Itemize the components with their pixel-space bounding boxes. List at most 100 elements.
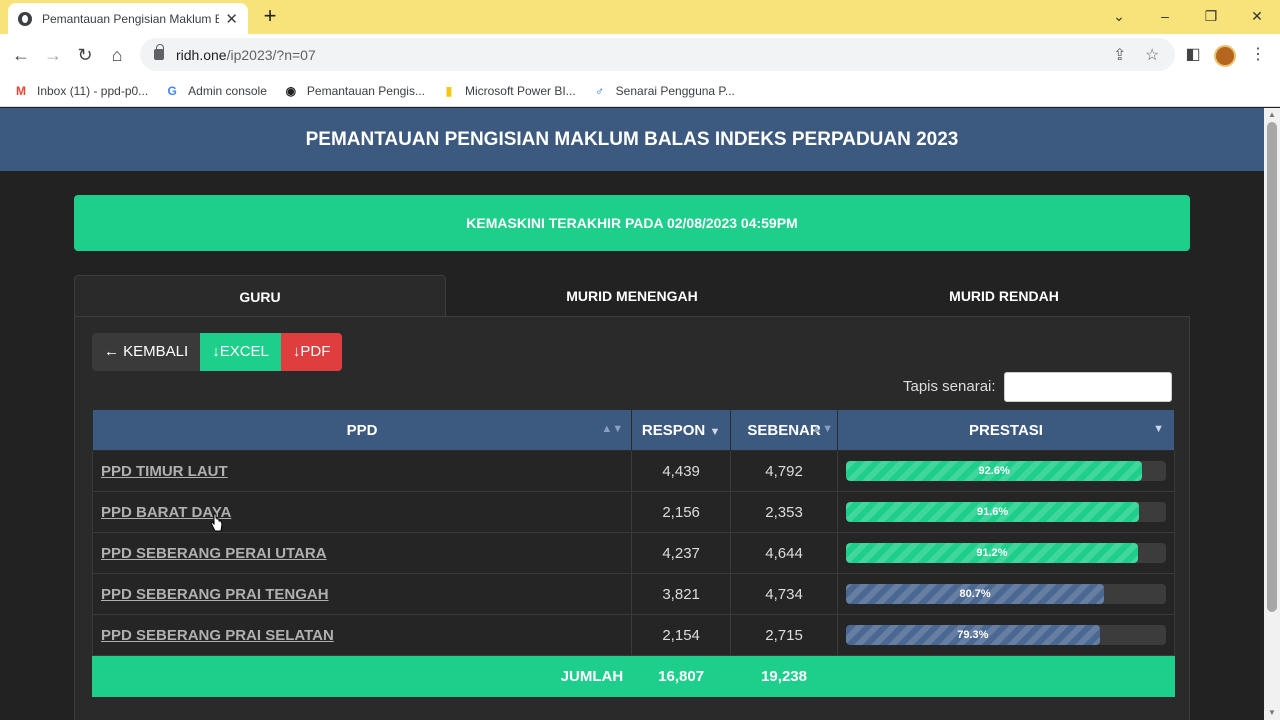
ppd-link[interactable]: PPD SEBERANG PRAI SELATAN <box>101 627 334 644</box>
home-icon[interactable]: ⌂ <box>104 42 130 68</box>
respon-cell: 3,821 <box>631 573 732 615</box>
globe-icon <box>18 11 32 26</box>
progress-label: 91.6% <box>976 506 1009 518</box>
hand-cursor-icon <box>210 513 223 532</box>
prestasi-cell: 80.7% <box>837 573 1175 615</box>
bookmark-label: Admin console <box>188 84 267 98</box>
scroll-down-icon[interactable]: ▼ <box>1268 708 1276 717</box>
side-panel-icon[interactable]: ◧ <box>1180 42 1206 68</box>
header-label: SEBENAR <box>747 421 821 439</box>
last-updated-banner: KEMASKINI TERAKHIR PADA 02/08/2023 04:59… <box>74 195 1190 251</box>
google-icon: G <box>167 84 177 98</box>
gmail-icon: M <box>16 84 26 98</box>
progress-label: 80.7% <box>959 588 991 600</box>
sebenar-cell: 4,734 <box>730 573 839 615</box>
user-list-icon: ♂ <box>595 84 605 98</box>
browser-toolbar: ← → ↻ ⌂ ridh.one/ip2023/?n=07 ⇪ ☆ ◧ ⋮ <box>0 34 1280 76</box>
bookmark-label: Pemantauan Pengis... <box>306 84 425 98</box>
header-label: RESPON <box>641 421 706 439</box>
scroll-up-icon[interactable]: ▲ <box>1268 110 1276 119</box>
tab-murid-rendah[interactable]: MURID RENDAH <box>818 275 1190 317</box>
header-prestasi[interactable]: PRESTASI ▼ <box>837 409 1175 451</box>
header-label: PRESTASI <box>969 421 1043 439</box>
page-title: PEMANTAUAN PENGISIAN MAKLUM BALAS INDEKS… <box>0 108 1264 171</box>
ppd-link[interactable]: PPD TIMUR LAUT <box>101 463 228 480</box>
filter-input[interactable] <box>1004 372 1172 402</box>
sebenar-cell: 4,644 <box>730 532 839 574</box>
bookmark-item[interactable]: ▮ Microsoft Power BI... <box>442 84 576 98</box>
ppd-cell: PPD BARAT DAYA <box>91 491 633 533</box>
sort-desc-icon: ▼ <box>709 425 721 438</box>
action-buttons: ← KEMBALI ↓EXCEL ↓PDF <box>92 333 343 371</box>
tab-murid-menengah[interactable]: MURID MENENGAH <box>446 275 818 317</box>
progress-bar: 91.2% <box>846 543 1166 563</box>
close-window-button[interactable]: ✕ <box>1242 4 1272 28</box>
sort-desc-icon: ▼ <box>1153 423 1164 435</box>
web-page: PEMANTAUAN PENGISIAN MAKLUM BALAS INDEKS… <box>0 108 1264 720</box>
header-respon[interactable]: RESPON ▼ <box>631 409 732 451</box>
tab-search-icon[interactable]: ⌄ <box>1104 4 1134 28</box>
profile-avatar[interactable] <box>1214 45 1236 67</box>
bookmark-item[interactable]: ♂ Senarai Pengguna P... <box>593 84 735 98</box>
url-host: ridh.one <box>176 46 227 63</box>
sort-icon: ▲▼ <box>811 423 834 435</box>
back-button[interactable]: ← KEMBALI <box>92 333 201 371</box>
sebenar-cell: 2,353 <box>730 491 839 533</box>
tab-title: Pemantauan Pengisian Maklum B <box>42 11 220 26</box>
ppd-link[interactable]: PPD SEBERANG PRAI TENGAH <box>101 586 329 603</box>
ppd-link[interactable]: PPD SEBERANG PERAI UTARA <box>101 545 327 562</box>
close-tab-icon[interactable]: ✕ <box>225 10 238 28</box>
menu-kebab-icon[interactable]: ⋮ <box>1245 42 1271 68</box>
page-scrollbar[interactable]: ▲ ▼ <box>1264 108 1280 720</box>
bookmark-item[interactable]: M Inbox (11) - ppd-p0... <box>14 84 148 98</box>
prestasi-cell: 92.6% <box>837 450 1175 492</box>
minimize-button[interactable]: – <box>1150 4 1180 28</box>
url-path: /ip2023/?n=07 <box>226 46 316 63</box>
progress-bar: 79.3% <box>846 625 1166 645</box>
sebenar-cell: 4,792 <box>730 450 839 492</box>
ppd-cell: PPD SEBERANG PRAI SELATAN <box>91 614 633 656</box>
scrollbar-thumb[interactable] <box>1267 122 1277 612</box>
header-ppd[interactable]: PPD ▲▼ <box>91 409 633 451</box>
sebenar-cell: 2,715 <box>730 614 839 656</box>
category-tabs: GURU MURID MENENGAH MURID RENDAH <box>74 275 1190 317</box>
bookmark-star-icon[interactable]: ☆ <box>1145 45 1159 65</box>
respon-cell: 2,154 <box>631 614 732 656</box>
bookmark-label: Microsoft Power BI... <box>464 84 576 98</box>
respon-cell: 4,439 <box>631 450 732 492</box>
progress-bar: 80.7% <box>846 584 1166 604</box>
total-label: JUMLAH <box>91 655 633 697</box>
bookmark-label: Senarai Pengguna P... <box>615 84 735 98</box>
ppd-cell: PPD SEBERANG PRAI TENGAH <box>91 573 633 615</box>
forward-arrow-icon[interactable]: → <box>40 42 66 68</box>
sort-icon: ▲▼ <box>601 423 624 435</box>
total-prestasi <box>837 655 1175 697</box>
browser-tabstrip: Pemantauan Pengisian Maklum B ✕ + ⌄ – ❐ … <box>0 0 1280 34</box>
table-row: PPD SEBERANG PERAI UTARA 4,237 4,644 91.2% <box>91 532 1175 574</box>
bookmarks-bar: M Inbox (11) - ppd-p0... G Admin console ◉ Pe… <box>0 76 1280 107</box>
reload-icon[interactable]: ↻ <box>72 42 98 68</box>
bookmark-item[interactable]: G Admin console <box>165 84 267 98</box>
table-row: PPD BARAT DAYA 2,156 2,353 91.6% <box>91 491 1175 533</box>
tab-guru[interactable]: GURU <box>74 275 446 317</box>
filter-label: Tapis senarai: <box>903 378 996 395</box>
table-row: PPD SEBERANG PRAI SELATAN 2,154 2,715 79.3% <box>91 614 1175 656</box>
share-icon[interactable]: ⇪ <box>1113 45 1126 65</box>
excel-download-button[interactable]: ↓EXCEL <box>200 333 281 371</box>
restore-button[interactable]: ❐ <box>1196 4 1226 28</box>
browser-tab[interactable]: Pemantauan Pengisian Maklum B ✕ <box>8 3 248 34</box>
lock-icon <box>154 44 164 60</box>
globe-icon: ◉ <box>285 84 297 98</box>
ppd-table: PPD ▲▼ RESPON ▼ SEBENAR ▲▼ PRESTASI ▼ PPD T… <box>91 409 1175 697</box>
back-arrow-icon[interactable]: ← <box>8 42 34 68</box>
address-bar[interactable]: ridh.one/ip2023/?n=07 ⇪ ☆ <box>140 38 1175 71</box>
prestasi-cell: 79.3% <box>837 614 1175 656</box>
bookmark-item[interactable]: ◉ Pemantauan Pengis... <box>284 84 425 98</box>
header-sebenar[interactable]: SEBENAR ▲▼ <box>730 409 839 451</box>
new-tab-button[interactable]: + <box>258 4 282 28</box>
total-row: JUMLAH 16,807 19,238 <box>91 655 1175 697</box>
ppd-cell: PPD TIMUR LAUT <box>91 450 633 492</box>
progress-label: 79.3% <box>957 629 989 641</box>
pdf-download-button[interactable]: ↓PDF <box>280 333 343 371</box>
total-sebenar: 19,238 <box>730 655 839 697</box>
